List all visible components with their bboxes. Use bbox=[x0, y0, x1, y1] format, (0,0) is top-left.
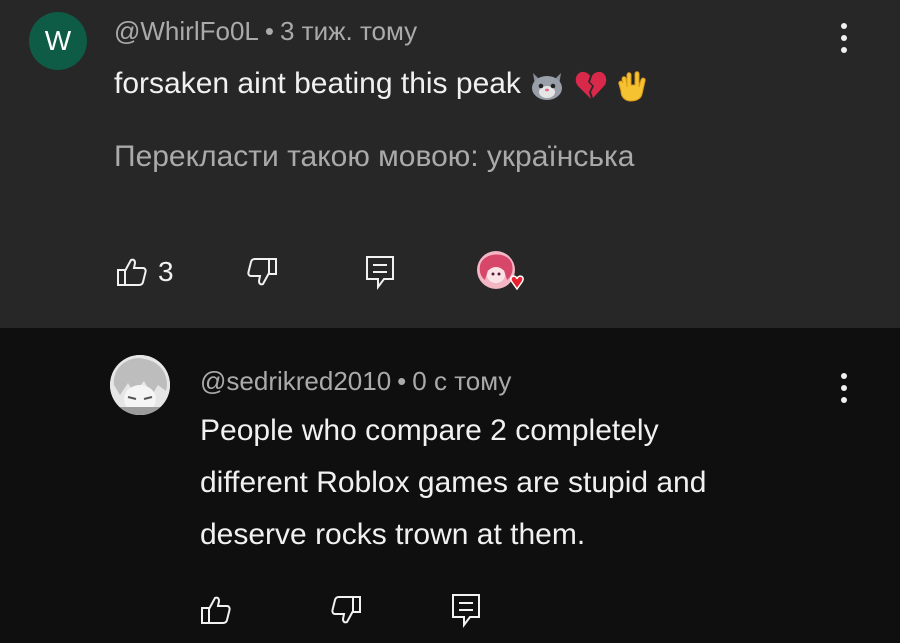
author-name[interactable]: @sedrikred2010 bbox=[200, 366, 391, 396]
thumb-up-icon bbox=[117, 258, 147, 286]
thumb-up-icon bbox=[201, 596, 231, 624]
broken-heart-emoji bbox=[575, 72, 606, 100]
like-button[interactable] bbox=[200, 594, 232, 626]
reply-button[interactable] bbox=[364, 254, 396, 290]
reply-text-line: different Roblox games are stupid and bbox=[200, 466, 707, 499]
reply-comment-icon bbox=[452, 594, 480, 628]
reply-comment-icon bbox=[366, 256, 394, 290]
avatar[interactable] bbox=[110, 355, 170, 415]
thumb-down-icon bbox=[331, 596, 361, 624]
reply-button[interactable] bbox=[450, 592, 482, 628]
dislike-button[interactable] bbox=[246, 256, 278, 288]
meta-separator: • bbox=[264, 16, 274, 46]
comment-text: forsaken aint beating this peak bbox=[114, 58, 652, 110]
more-options-icon[interactable] bbox=[834, 16, 854, 60]
meta-separator: • bbox=[397, 366, 407, 396]
dislike-button[interactable] bbox=[330, 594, 362, 626]
comment-text-content: forsaken aint beating this peak bbox=[114, 67, 521, 100]
like-button[interactable]: 3 bbox=[116, 256, 174, 288]
thumb-down-icon bbox=[247, 258, 277, 286]
reply-text-line: deserve rocks trown at them. bbox=[200, 518, 586, 551]
like-count: 3 bbox=[158, 256, 174, 287]
comment-time: 3 тиж. тому bbox=[279, 16, 418, 46]
reply-text: People who compare 2 completely differen… bbox=[200, 405, 706, 561]
comment-thread-item: W @WhirlFo0L • 3 тиж. тому forsaken aint b… bbox=[0, 0, 900, 328]
reply-meta: @sedrikred2010 • 0 с тому bbox=[200, 366, 511, 397]
reply-text-line: People who compare 2 completely bbox=[200, 414, 659, 447]
avatar[interactable]: W bbox=[29, 12, 87, 70]
translate-link[interactable]: Перекласти такою мовою: українська bbox=[114, 140, 634, 174]
cat-face-emoji bbox=[532, 73, 563, 101]
author-name[interactable]: @WhirlFo0L bbox=[114, 16, 259, 46]
creator-heart-icon bbox=[477, 251, 524, 291]
comment-time: 0 с тому bbox=[412, 366, 512, 396]
anime-avatar-image bbox=[110, 355, 170, 415]
vulcan-salute-emoji bbox=[618, 71, 646, 102]
more-options-icon[interactable] bbox=[834, 366, 854, 410]
comment-meta: @WhirlFo0L • 3 тиж. тому bbox=[114, 16, 417, 47]
